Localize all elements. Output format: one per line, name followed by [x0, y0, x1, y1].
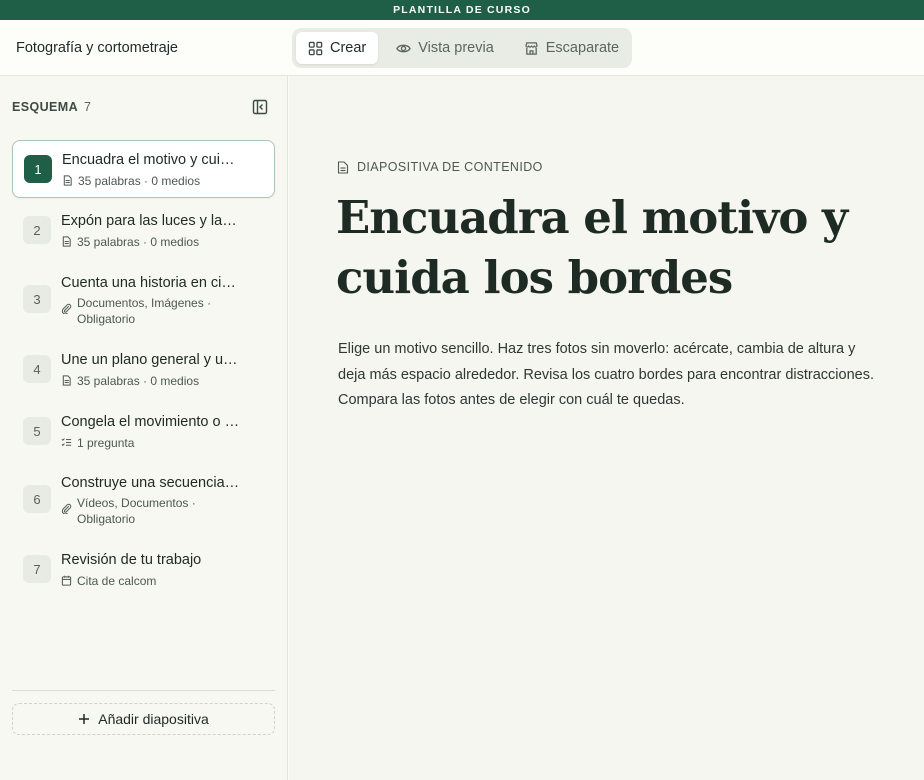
slide-meta: Vídeos, Documentos · Obligatorio — [61, 495, 241, 527]
top-bar: Fotografía y cortometraje Crear Vista pr… — [0, 20, 924, 76]
slide-number: 3 — [23, 285, 51, 313]
outline-sidebar: ESQUEMA 7 1 Encuadra el motivo y cuida lo… — [0, 76, 288, 780]
course-title: Fotografía y cortometraje — [16, 40, 178, 56]
slide-item-1[interactable]: 1 Encuadra el motivo y cuida los bordes … — [12, 140, 275, 198]
slide-title: Une un plano general y un detalle — [61, 352, 241, 368]
slide-number: 5 — [23, 417, 51, 445]
document-icon — [62, 236, 71, 247]
slide-title: Expón para las luces y las sombras — [61, 213, 241, 229]
collapse-sidebar-button[interactable] — [252, 99, 270, 117]
slide-title: Cuenta una historia en cinco fotos — [61, 275, 241, 291]
add-slide-button[interactable]: Añadir diapositiva — [12, 703, 275, 735]
tab-crear[interactable]: Crear — [296, 32, 379, 64]
slide-title: Encuadra el motivo y cuida los bordes — [62, 152, 242, 168]
slide-item-5[interactable]: 5 Congela el movimiento o desenfócalo 1 … — [12, 403, 275, 461]
store-icon — [525, 41, 538, 55]
slide-item-3[interactable]: 3 Cuenta una historia en cinco fotos Doc… — [12, 264, 275, 336]
document-icon — [337, 160, 349, 174]
slide-meta: 35 palabras · 0 medios — [61, 234, 241, 250]
slide-meta-text: Vídeos, Documentos · Obligatorio — [77, 496, 196, 526]
document-icon — [62, 375, 71, 386]
slide-meta-text: 35 palabras · 0 medios — [77, 235, 200, 249]
plus-icon — [79, 714, 90, 724]
slide-meta: 35 palabras · 0 medios — [61, 373, 241, 389]
tab-label: Escaparate — [545, 40, 620, 56]
slide-number: 6 — [23, 485, 51, 513]
slide-meta-text: Cita de calcom — [77, 574, 157, 588]
paperclip-icon — [61, 303, 72, 314]
slide-meta: 1 pregunta — [61, 435, 241, 451]
slide-type: DIAPOSITIVA DE CONTENIDO — [337, 160, 543, 174]
calendar-icon — [61, 575, 72, 586]
slide-number: 1 — [24, 155, 52, 183]
slide-editor: DIAPOSITIVA DE CONTENIDO Encuadra el mot… — [289, 76, 924, 780]
slide-number: 7 — [23, 555, 51, 583]
outline-count: 7 — [84, 100, 91, 114]
template-banner: PLANTILLA DE CURSO — [0, 0, 924, 20]
slide-title: Construye una secuencia de planos — [61, 475, 241, 491]
mode-switcher: Crear Vista previa Escaparate — [292, 28, 632, 68]
add-slide-label: Añadir diapositiva — [98, 711, 209, 727]
tab-label: Crear — [330, 40, 367, 56]
slide-type-label: DIAPOSITIVA DE CONTENIDO — [357, 160, 543, 174]
slide-title: Congela el movimiento o desenfócalo — [61, 414, 241, 430]
slide-meta: Cita de calcom — [61, 573, 241, 589]
slide-item-4[interactable]: 4 Une un plano general y un detalle 35 p… — [12, 341, 275, 399]
eye-icon — [396, 44, 412, 52]
slide-meta-text: Documentos, Imágenes · Obligatorio — [77, 296, 212, 326]
slide-number: 4 — [23, 355, 51, 383]
paperclip-icon — [61, 503, 72, 514]
slide-item-7[interactable]: 7 Revisión de tu trabajo Cita de calcom — [12, 541, 275, 599]
sidebar-collapse-icon — [252, 99, 268, 115]
slide-body-text[interactable]: Elige un motivo sencillo. Haz tres fotos… — [338, 337, 883, 414]
checklist-icon — [61, 438, 72, 446]
sidebar-divider — [12, 690, 275, 691]
tab-label: Vista previa — [418, 40, 494, 56]
tab-escaparate[interactable]: Escaparate — [512, 32, 631, 64]
slide-meta-text: 35 palabras · 0 medios — [77, 374, 200, 388]
slide-number: 2 — [23, 216, 51, 244]
slide-heading[interactable]: Encuadra el motivo y cuida los bordes — [336, 188, 896, 308]
slide-meta: 35 palabras · 0 medios — [62, 173, 242, 189]
slide-meta: Documentos, Imágenes · Obligatorio — [61, 295, 241, 327]
slide-meta-text: 35 palabras · 0 medios — [78, 174, 201, 188]
tab-vista-previa[interactable]: Vista previa — [384, 32, 506, 64]
slide-title: Revisión de tu trabajo — [61, 552, 202, 568]
document-icon — [63, 175, 72, 186]
outline-heading: ESQUEMA 7 — [12, 100, 91, 114]
outline-heading-label: ESQUEMA — [12, 100, 79, 114]
slide-item-2[interactable]: 2 Expón para las luces y las sombras 35 … — [12, 202, 275, 260]
slide-item-6[interactable]: 6 Construye una secuencia de planos Víde… — [12, 464, 275, 536]
grid-icon — [308, 41, 323, 55]
slide-meta-text: 1 pregunta — [77, 436, 135, 450]
banner-text: PLANTILLA DE CURSO — [393, 4, 531, 16]
